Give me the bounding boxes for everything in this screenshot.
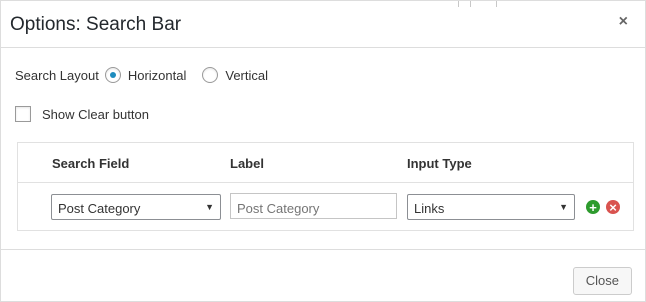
resize-grip-middle <box>470 1 471 7</box>
radio-horizontal[interactable] <box>104 67 121 83</box>
show-clear-row: Show Clear button <box>15 104 149 124</box>
chevron-down-icon: ▼ <box>559 202 568 212</box>
resize-grip-right <box>496 1 497 7</box>
radio-vertical-label[interactable]: Vertical <box>225 68 268 83</box>
dialog-footer: Close <box>1 249 645 301</box>
search-field-value: Post Category <box>58 201 141 216</box>
radio-horizontal-label[interactable]: Horizontal <box>128 68 187 83</box>
header-label: Label <box>230 156 264 171</box>
input-type-value: Links <box>414 201 445 216</box>
close-icon[interactable]: × <box>619 13 628 31</box>
header-search-field: Search Field <box>52 156 130 171</box>
add-row-icon[interactable]: + <box>586 200 600 214</box>
remove-row-icon[interactable]: × <box>606 200 620 214</box>
search-layout-label: Search Layout <box>15 67 99 83</box>
search-layout-row: Search Layout Horizontal Vertical <box>15 65 268 85</box>
dialog-title: Options: Search Bar <box>10 14 182 35</box>
header-input-type: Input Type <box>407 156 472 171</box>
input-type-select[interactable]: Links ▼ <box>407 194 575 220</box>
search-field-select[interactable]: Post Category ▼ <box>51 194 221 220</box>
label-input[interactable] <box>230 193 397 219</box>
show-clear-checkbox[interactable] <box>15 106 31 122</box>
radio-vertical[interactable] <box>202 67 219 83</box>
chevron-down-icon: ▼ <box>205 202 214 212</box>
resize-grip-left <box>458 1 459 7</box>
show-clear-label[interactable]: Show Clear button <box>42 107 149 122</box>
options-dialog: Options: Search Bar × Search Layout Hori… <box>0 0 646 302</box>
close-button[interactable]: Close <box>572 267 632 295</box>
table-row-separator <box>17 182 634 183</box>
dialog-header: Options: Search Bar × <box>1 1 645 48</box>
